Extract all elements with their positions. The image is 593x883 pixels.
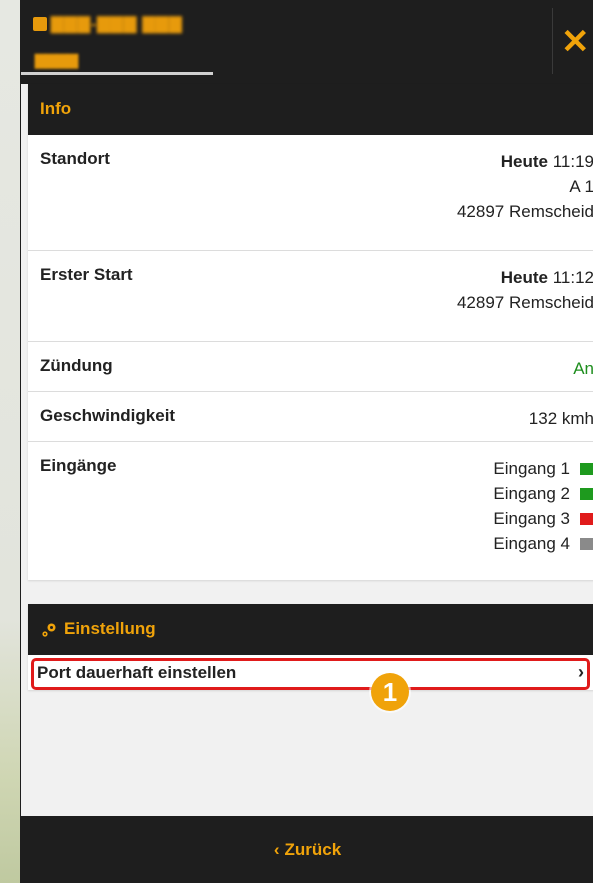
input-item: Eingang 1	[493, 456, 593, 481]
erster-time: 11:12	[552, 268, 593, 287]
settings-title: Einstellung	[64, 619, 156, 638]
inputs-label: Eingänge	[40, 456, 117, 475]
back-label: Zurück	[284, 839, 342, 859]
info-card-header: Info	[28, 84, 593, 135]
standort-value: Heute 11:19 A 1 42897 Remscheid	[457, 135, 593, 250]
erster-start-label: Erster Start	[40, 265, 133, 284]
info-title: Info	[40, 99, 72, 118]
settings-card: Einstellung Port dauerhaft einstellen ›	[28, 604, 593, 690]
inputs-list: Eingang 1 Eingang 2 Eingang 3 Eingang 4	[493, 442, 593, 580]
content-area: Info Standort Heute 11:19 A 1 42897 Rems…	[21, 84, 593, 816]
standort-time: 11:19	[552, 152, 593, 171]
input-item: Eingang 2	[493, 481, 593, 506]
input-status-indicator	[580, 462, 593, 475]
annotation-badge: 1	[371, 673, 409, 711]
close-button[interactable]: ✕	[561, 22, 593, 62]
inputs-row: Eingänge Eingang 1 Eingang 2 Eingang 3 E…	[28, 442, 593, 580]
gears-icon	[42, 623, 56, 637]
speed-row: Geschwindigkeit 132 kmh	[28, 392, 593, 442]
input-name: Eingang 3	[493, 509, 570, 528]
input-status-indicator	[580, 512, 593, 525]
standort-city: 42897 Remscheid	[456, 202, 593, 221]
standort-today: Heute	[500, 152, 548, 171]
license-plate: ▇▇▇-▇▇▇ ▇▇▇	[51, 16, 183, 33]
erster-start-value: Heute 11:12 42897 Remscheid	[457, 251, 593, 341]
input-item: Eingang 4	[493, 531, 593, 556]
erster-city: 42897 Remscheid	[456, 293, 593, 312]
speed-value: 132 kmh	[528, 409, 593, 428]
vehicle-detail-panel: ▇▇▇-▇▇▇ ▇▇▇ ▇▇▇▇ ✕ Info Standort Heute 1…	[20, 0, 593, 883]
input-name: Eingang 1	[493, 459, 570, 478]
erster-today: Heute	[500, 268, 548, 287]
input-name: Eingang 4	[493, 534, 570, 553]
close-icon: ✕	[561, 23, 590, 61]
chevron-right-icon: ›	[578, 662, 584, 682]
standort-label: Standort	[40, 149, 110, 168]
port-setting-label: Port dauerhaft einstellen	[37, 662, 237, 682]
vehicle-icon	[33, 17, 47, 31]
footer-bar: ‹ Zurück	[21, 816, 593, 883]
plate-subtitle: ▇▇▇▇	[35, 52, 79, 68]
info-card: Info Standort Heute 11:19 A 1 42897 Rems…	[28, 84, 593, 580]
settings-card-header: Einstellung	[28, 604, 593, 655]
input-status-indicator	[580, 487, 593, 500]
input-item: Eingang 3	[493, 506, 593, 531]
input-name: Eingang 2	[493, 484, 570, 503]
back-button[interactable]: ‹ Zurück	[274, 840, 341, 860]
top-header: ▇▇▇-▇▇▇ ▇▇▇ ▇▇▇▇ ✕	[21, 0, 593, 84]
tab-underline	[21, 72, 213, 75]
plate-line: ▇▇▇-▇▇▇ ▇▇▇	[33, 14, 183, 34]
zuendung-label: Zündung	[40, 356, 113, 375]
background-left	[0, 0, 20, 883]
standort-row: Standort Heute 11:19 A 1 42897 Remscheid	[28, 135, 593, 251]
speed-label: Geschwindigkeit	[40, 406, 176, 425]
port-setting-item[interactable]: Port dauerhaft einstellen ›	[28, 655, 593, 690]
chevron-left-icon: ‹	[273, 839, 280, 859]
standort-road: A 1	[569, 177, 593, 196]
zuendung-value: An	[573, 359, 593, 378]
input-status-indicator	[580, 537, 593, 550]
zuendung-row: Zündung An	[28, 342, 593, 392]
header-divider	[552, 8, 553, 74]
erster-start-row: Erster Start Heute 11:12 42897 Remscheid	[28, 251, 593, 342]
